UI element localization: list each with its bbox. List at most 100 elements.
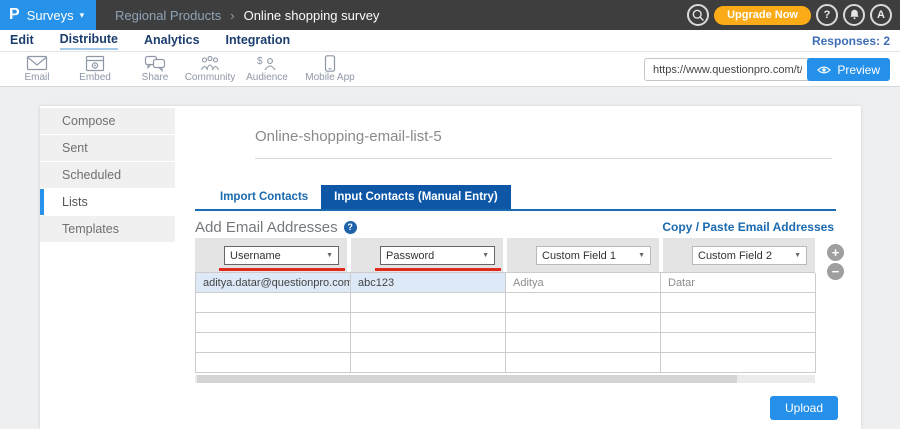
nav-item-edit[interactable]: Edit [10,32,34,49]
email-sidebar: Compose Sent Scheduled Lists Templates [40,108,175,243]
cell-email[interactable] [196,353,351,373]
toolbar-item-label: Share [126,72,184,83]
mobile-app-icon [324,55,336,72]
contacts-table-body: aditya.datar@questionpro.com abc123 Adit… [195,272,815,373]
column-header-3: Custom Field 1 ▼ [507,238,659,272]
help-button[interactable]: ? [816,4,838,26]
cell-custom2[interactable] [661,313,816,333]
contacts-tabs: Import Contacts Input Contacts (Manual E… [195,185,836,211]
field-select-custom-field-2[interactable]: Custom Field 2 ▼ [692,246,807,265]
dropdown-caret-icon: ▼ [482,252,489,259]
toolbar-item-community[interactable]: Community [181,55,239,83]
survey-url-field [644,58,827,81]
product-switcher[interactable]: P Surveys ▾ [0,0,96,30]
responses-count[interactable]: Responses: 2 [812,34,890,48]
notifications-button[interactable] [843,4,865,26]
help-icon[interactable]: ? [344,221,357,234]
sidebar-item-compose[interactable]: Compose [40,108,175,134]
upload-button[interactable]: Upload [770,396,838,420]
cell-email[interactable] [196,333,351,353]
community-icon [199,55,221,72]
toolbar-item-email[interactable]: Email [8,55,66,83]
tab-input-contacts-manual[interactable]: Input Contacts (Manual Entry) [321,185,511,209]
horizontal-scrollbar[interactable] [195,375,815,383]
contacts-table-header: Username ▼ Password ▼ Custom Field 1 ▼ [195,238,815,272]
email-icon [26,55,48,72]
sidebar-item-sent[interactable]: Sent [40,135,175,161]
toolbar-item-label: Mobile App [301,72,359,83]
breadcrumb-parent[interactable]: Regional Products [115,8,221,23]
dropdown-caret-icon: ▼ [326,252,333,259]
eye-icon [817,65,831,75]
cell-password[interactable] [351,293,506,313]
add-emails-title-text: Add Email Addresses [195,219,338,236]
cell-custom1[interactable]: Aditya [506,273,661,293]
field-select-value: Password [386,250,434,262]
field-select-username[interactable]: Username ▼ [224,246,339,265]
scrollbar-thumb[interactable] [197,375,737,383]
toolbar-item-embed[interactable]: Embed [66,55,124,83]
section-nav: Edit Distribute Analytics Integration Re… [0,30,900,52]
sidebar-item-lists[interactable]: Lists [40,189,175,215]
breadcrumb: Regional Products › Online shopping surv… [115,8,379,23]
cell-email[interactable]: aditya.datar@questionpro.com [196,273,351,293]
cell-custom1[interactable] [506,293,661,313]
cell-password[interactable] [351,353,506,373]
cell-email[interactable] [196,313,351,333]
upgrade-button[interactable]: Upgrade Now [714,6,811,25]
field-select-custom-field-1[interactable]: Custom Field 1 ▼ [536,246,651,265]
cell-custom2[interactable]: Datar [661,273,816,293]
avatar[interactable]: A [870,4,892,26]
toolbar-item-label: Audience [238,72,296,83]
copy-paste-link[interactable]: Copy / Paste Email Addresses [662,220,834,234]
cell-custom2[interactable] [661,293,816,313]
questionpro-logo: P [9,7,20,23]
breadcrumb-current: Online shopping survey [244,8,380,23]
column-header-2: Password ▼ [351,238,503,272]
column-header-1: Username ▼ [195,238,347,272]
sidebar-item-templates[interactable]: Templates [40,216,175,242]
toolbar-item-label: Community [181,72,239,83]
nav-item-distribute[interactable]: Distribute [60,31,118,50]
contacts-table: Username ▼ Password ▼ Custom Field 1 ▼ [195,238,815,383]
distribute-toolbar: Email Embed Share Community $ Audience M… [0,52,900,87]
cell-custom2[interactable] [661,353,816,373]
breadcrumb-separator-icon: › [230,8,234,23]
field-select-password[interactable]: Password ▼ [380,246,495,265]
top-app-bar: P Surveys ▾ Regional Products › Online s… [0,0,900,30]
nav-item-analytics[interactable]: Analytics [144,32,200,49]
dropdown-caret-icon: ▼ [638,252,645,259]
cell-email[interactable] [196,293,351,313]
cell-password[interactable] [351,333,506,353]
cell-custom2[interactable] [661,333,816,353]
chevron-down-icon: ▾ [80,10,85,21]
field-select-value: Custom Field 1 [542,250,616,262]
sidebar-item-scheduled[interactable]: Scheduled [40,162,175,188]
remove-row-button[interactable]: − [827,263,844,280]
cell-custom1[interactable] [506,313,661,333]
email-list-name[interactable]: Online-shopping-email-list-5 [255,128,832,159]
lists-panel: Compose Sent Scheduled Lists Templates O… [40,106,861,429]
nav-item-integration[interactable]: Integration [226,32,291,49]
tab-import-contacts[interactable]: Import Contacts [207,185,321,209]
required-underline [375,268,501,271]
toolbar-item-share[interactable]: Share [126,55,184,83]
search-button[interactable] [687,4,709,26]
preview-button[interactable]: Preview [807,58,890,81]
cell-password[interactable] [351,313,506,333]
required-underline [219,268,345,271]
preview-label: Preview [837,63,880,77]
dropdown-caret-icon: ▼ [794,252,801,259]
toolbar-item-label: Email [8,72,66,83]
topbar-actions: Upgrade Now ? A [687,4,892,26]
add-row-button[interactable]: + [827,244,844,261]
product-menu-label: Surveys [27,8,74,23]
cell-custom1[interactable] [506,333,661,353]
toolbar-item-audience[interactable]: $ Audience [238,55,296,83]
cell-password[interactable]: abc123 [351,273,506,293]
survey-url-input[interactable] [645,64,804,76]
field-select-value: Custom Field 2 [698,250,772,262]
toolbar-item-label: Embed [66,72,124,83]
toolbar-item-mobile-app[interactable]: Mobile App [301,55,359,83]
cell-custom1[interactable] [506,353,661,373]
